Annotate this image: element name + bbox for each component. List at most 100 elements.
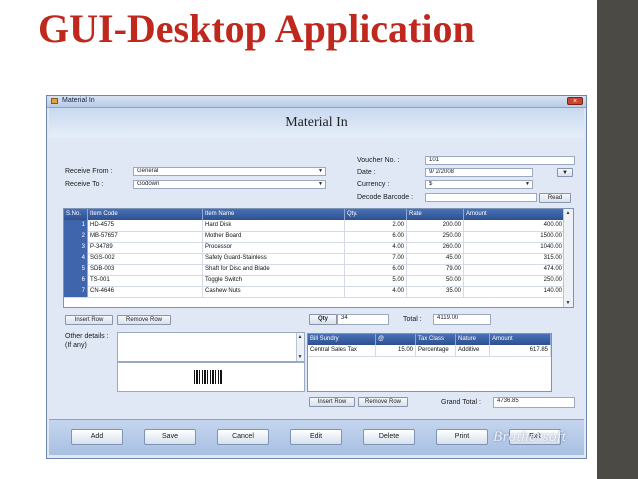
currency-label: Currency : — [357, 181, 390, 188]
sundry-nature: Additive — [456, 345, 490, 356]
brothersoft-watermark: Brothersoft — [493, 429, 567, 445]
items-grid-scrollbar[interactable]: ▲ ▼ — [563, 209, 573, 307]
date-input[interactable]: 9/ 2/2008 — [425, 168, 533, 177]
col-header-qty[interactable]: Qty. — [345, 209, 407, 220]
qty-total-value: 34 — [337, 314, 389, 325]
table-row[interactable]: 7 CN-4646 Cashew Nuts 4.00 35.00 140.00 — [64, 286, 565, 298]
col-header-rate[interactable]: Rate — [407, 209, 464, 220]
total-value: 4119.00 — [433, 314, 491, 325]
chevron-down-icon: ▼ — [525, 181, 530, 187]
row-rate: 45.00 — [407, 253, 464, 264]
receive-to-value: Godown — [137, 181, 160, 187]
app-icon — [51, 98, 58, 104]
edit-button[interactable]: Edit — [290, 429, 342, 445]
scroll-up-icon[interactable]: ▲ — [564, 209, 572, 217]
col-header-sundry-amount[interactable]: Amount — [490, 334, 551, 345]
barcode-image — [194, 370, 222, 384]
insert-row-button[interactable]: Insert Row — [65, 315, 113, 325]
close-button[interactable]: × — [567, 97, 583, 105]
row-item-name: Shaft for Disc and Blade — [203, 264, 345, 275]
sundry-amount: 617.85 — [490, 345, 551, 356]
col-header-rate-at[interactable]: @ — [376, 334, 416, 345]
currency-select[interactable]: $ ▼ — [425, 180, 533, 189]
receive-from-label: Receive From : — [65, 168, 113, 175]
decode-barcode-input[interactable] — [425, 193, 537, 202]
decode-barcode-label: Decode Barcode : — [357, 194, 414, 201]
col-header-sno[interactable]: S.No. — [64, 209, 88, 220]
barcode-panel — [117, 362, 305, 392]
remove-row-button[interactable]: Remove Row — [117, 315, 171, 325]
print-button[interactable]: Print — [436, 429, 488, 445]
total-label: Total : — [403, 316, 422, 323]
date-label: Date : — [357, 169, 376, 176]
material-in-window: Material In × Material In Receive From :… — [46, 95, 587, 459]
delete-button[interactable]: Delete — [363, 429, 415, 445]
row-item-name: Processor — [203, 242, 345, 253]
cancel-button[interactable]: Cancel — [217, 429, 269, 445]
other-details-hint: (If any) — [65, 342, 87, 349]
receive-from-select[interactable]: General ▼ — [133, 167, 326, 176]
row-qty: 6.00 — [345, 264, 407, 275]
row-sno: 6 — [64, 275, 88, 286]
read-button[interactable]: Read — [539, 193, 571, 203]
row-sno: 2 — [64, 231, 88, 242]
col-header-item-name[interactable]: Item Name — [203, 209, 345, 220]
currency-value: $ — [429, 181, 433, 187]
row-item-name: Toggle Switch — [203, 275, 345, 286]
row-item-name: Cashew Nuts — [203, 286, 345, 297]
textarea-scrollbar[interactable]: ▲ ▼ — [296, 333, 304, 361]
receive-to-select[interactable]: Godown ▼ — [133, 180, 326, 189]
chevron-down-icon: ▼ — [318, 168, 323, 174]
row-item-code: CN-4646 — [88, 286, 203, 297]
calendar-icon[interactable]: ▼ — [557, 168, 573, 177]
row-item-code: SDB-003 — [88, 264, 203, 275]
grand-total-label: Grand Total : — [441, 399, 481, 406]
row-amount: 400.00 — [464, 220, 565, 231]
col-header-tax-class[interactable]: Tax Class — [416, 334, 456, 345]
add-button[interactable]: Add — [71, 429, 123, 445]
sundry-name: Central Sales Tax — [308, 345, 376, 356]
other-details-textarea[interactable]: ▲ ▼ — [117, 332, 305, 362]
row-amount: 474.00 — [464, 264, 565, 275]
bill-sundry-grid[interactable]: Bill Sundry @ Tax Class Nature Amount Ce… — [307, 333, 552, 392]
row-item-code: SGS-002 — [88, 253, 203, 264]
scroll-up-icon[interactable]: ▲ — [297, 333, 303, 341]
row-item-code: HD-4575 — [88, 220, 203, 231]
scroll-down-icon[interactable]: ▼ — [564, 299, 572, 307]
row-rate: 200.00 — [407, 220, 464, 231]
row-sno: 1 — [64, 220, 88, 231]
row-qty: 6.00 — [345, 231, 407, 242]
row-sno: 3 — [64, 242, 88, 253]
sundry-rate: 15.00 — [376, 345, 416, 356]
row-rate: 250.00 — [407, 231, 464, 242]
row-amount: 250.00 — [464, 275, 565, 286]
table-row[interactable]: Central Sales Tax 15.00 Percentage Addit… — [308, 345, 551, 357]
col-header-amount[interactable]: Amount — [464, 209, 565, 220]
sundry-remove-row-button[interactable]: Remove Row — [358, 397, 408, 407]
row-item-name: Safety Guard-Stainless — [203, 253, 345, 264]
slide-title: GUI-Desktop Application — [38, 6, 475, 51]
voucher-no-label: Voucher No. : — [357, 157, 400, 164]
row-rate: 50.00 — [407, 275, 464, 286]
row-sno: 7 — [64, 286, 88, 297]
row-qty: 4.00 — [345, 242, 407, 253]
row-sno: 4 — [64, 253, 88, 264]
row-amount: 140.00 — [464, 286, 565, 297]
col-header-item-code[interactable]: Item Code — [88, 209, 203, 220]
voucher-no-input[interactable]: 101 — [425, 156, 575, 165]
qty-total-label: Qty — [309, 314, 337, 325]
receive-from-value: General — [137, 168, 159, 174]
row-item-name: Hard Disk — [203, 220, 345, 231]
sundry-insert-row-button[interactable]: Insert Row — [309, 397, 355, 407]
col-header-bill-sundry[interactable]: Bill Sundry — [308, 334, 376, 345]
other-details-label: Other details : — [65, 333, 109, 340]
items-grid[interactable]: S.No. Item Code Item Name Qty. Rate Amou… — [63, 208, 574, 308]
window-titlebar[interactable]: Material In × — [47, 96, 586, 108]
scroll-down-icon[interactable]: ▼ — [297, 353, 303, 361]
row-amount: 315.00 — [464, 253, 565, 264]
save-button[interactable]: Save — [144, 429, 196, 445]
grand-total-value: 4736.85 — [493, 397, 575, 408]
col-header-nature[interactable]: Nature — [456, 334, 490, 345]
row-qty: 7.00 — [345, 253, 407, 264]
row-amount: 1500.00 — [464, 231, 565, 242]
